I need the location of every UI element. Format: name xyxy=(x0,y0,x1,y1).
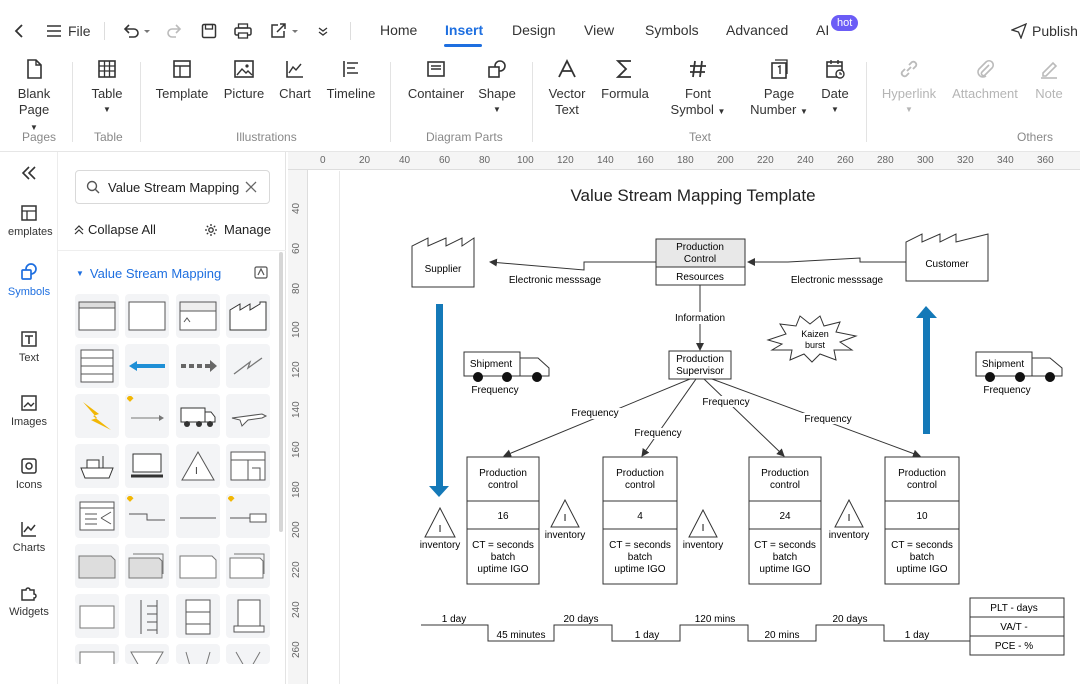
process-info: batch xyxy=(773,552,797,563)
electronic-message-label-left: Electronic messsage xyxy=(509,275,602,286)
shipment-frequency-right: Frequency xyxy=(983,385,1030,396)
inventory-label-2: inventory xyxy=(545,530,586,541)
process-info: uptime IGO xyxy=(614,564,665,575)
process-title: Production xyxy=(479,468,527,479)
supervisor-line1: Production xyxy=(676,354,724,365)
kaizen-line2: burst xyxy=(805,340,826,350)
process-info: batch xyxy=(491,552,515,563)
timeline-top-4: 20 days xyxy=(832,614,867,625)
process-title: Production xyxy=(898,468,946,479)
electronic-message-label-right: Electronic messsage xyxy=(791,275,884,286)
process-info: CT = seconds xyxy=(472,540,534,551)
customer-label: Customer xyxy=(925,259,969,270)
process-info: batch xyxy=(628,552,652,563)
process-info: CT = seconds xyxy=(754,540,816,551)
production-supervisor-box[interactable]: Production Supervisor xyxy=(668,350,732,380)
production-control-line2: Control xyxy=(684,254,716,265)
inventory-symbol: I xyxy=(702,523,705,534)
inventory-symbol: I xyxy=(439,524,442,535)
process-info: CT = seconds xyxy=(891,540,953,551)
process-box-2[interactable]: Production control 4 CT = seconds batch … xyxy=(602,456,678,585)
frequency-label-2: Frequency xyxy=(634,428,681,439)
supplier-factory[interactable]: Supplier xyxy=(411,237,475,288)
push-arrow-down[interactable] xyxy=(429,304,449,497)
summary-plt: PLT - days xyxy=(990,603,1037,614)
inventory-triangle-4[interactable]: I inventory xyxy=(829,498,870,541)
value-stream-diagram: Value Stream Mapping Template Supplier C… xyxy=(411,186,1065,656)
timeline-bottom-2: 1 day xyxy=(635,630,659,641)
frequency-arrow-2[interactable] xyxy=(641,378,697,457)
summary-pce: PCE - % xyxy=(995,641,1033,652)
customer-factory[interactable]: Customer xyxy=(905,233,989,282)
process-info: batch xyxy=(910,552,934,563)
diagram-title: Value Stream Mapping Template xyxy=(570,186,815,205)
summary-box[interactable]: PLT - days VA/T - PCE - % xyxy=(969,597,1065,656)
timeline-top-1: 1 day xyxy=(442,614,466,625)
production-control-line1: Production xyxy=(676,242,724,253)
shipment-truck-right[interactable]: Shipment Frequency xyxy=(975,351,1063,396)
timeline-bottom-3: 20 mins xyxy=(764,630,799,641)
inventory-label-1: inventory xyxy=(420,540,461,551)
process-box-3[interactable]: Production control 24 CT = seconds batch… xyxy=(748,456,822,585)
frequency-label-4: Frequency xyxy=(804,414,851,425)
process-info: uptime IGO xyxy=(759,564,810,575)
process-box-4[interactable]: Production control 10 CT = seconds batch… xyxy=(884,456,960,585)
process-title: Production xyxy=(761,468,809,479)
process-title: control xyxy=(488,480,518,491)
shipment-truck-left[interactable]: Shipment Frequency xyxy=(463,351,550,396)
push-arrow-up[interactable] xyxy=(916,306,937,434)
inventory-triangle-1[interactable]: I inventory xyxy=(420,506,461,551)
process-info: uptime IGO xyxy=(896,564,947,575)
shipment-frequency-left: Frequency xyxy=(471,385,518,396)
resources-label: Resources xyxy=(676,272,724,283)
process-info: uptime IGO xyxy=(477,564,528,575)
timeline-bottom-4: 1 day xyxy=(905,630,929,641)
process-value: 24 xyxy=(779,511,791,522)
frequency-label-3: Frequency xyxy=(702,397,749,408)
shipment-label-right: Shipment xyxy=(982,359,1024,370)
inventory-symbol: I xyxy=(564,513,567,524)
inventory-triangle-3[interactable]: I inventory xyxy=(683,508,724,551)
kaizen-line1: Kaizen xyxy=(801,329,829,339)
process-title: control xyxy=(770,480,800,491)
inventory-triangle-2[interactable]: I inventory xyxy=(545,498,586,541)
inventory-label-4: inventory xyxy=(829,530,870,541)
electronic-message-arrow-left[interactable] xyxy=(489,258,656,271)
process-title: control xyxy=(907,480,937,491)
information-label: Information xyxy=(675,313,725,324)
process-box-1[interactable]: Production control 16 CT = seconds batch… xyxy=(466,456,540,585)
process-value: 4 xyxy=(637,511,643,522)
timeline-bottom-1: 45 minutes xyxy=(497,630,546,641)
shipment-label-left: Shipment xyxy=(470,359,512,370)
process-title: Production xyxy=(616,468,664,479)
timeline-top-2: 20 days xyxy=(563,614,598,625)
timeline-top-3: 120 mins xyxy=(695,614,736,625)
supplier-label: Supplier xyxy=(425,264,462,275)
summary-vat: VA/T - xyxy=(1000,622,1027,633)
inventory-symbol: I xyxy=(848,513,851,524)
electronic-message-arrow-right[interactable] xyxy=(747,257,906,266)
process-title: control xyxy=(625,480,655,491)
process-info: CT = seconds xyxy=(609,540,671,551)
production-control-box[interactable]: Production Control Resources xyxy=(655,238,746,286)
frequency-label-1: Frequency xyxy=(571,408,618,419)
kaizen-burst[interactable]: Kaizen burst xyxy=(766,315,858,363)
process-value: 16 xyxy=(497,511,509,522)
supervisor-line2: Supervisor xyxy=(676,366,724,377)
process-value: 10 xyxy=(916,511,928,522)
inventory-label-3: inventory xyxy=(683,540,724,551)
